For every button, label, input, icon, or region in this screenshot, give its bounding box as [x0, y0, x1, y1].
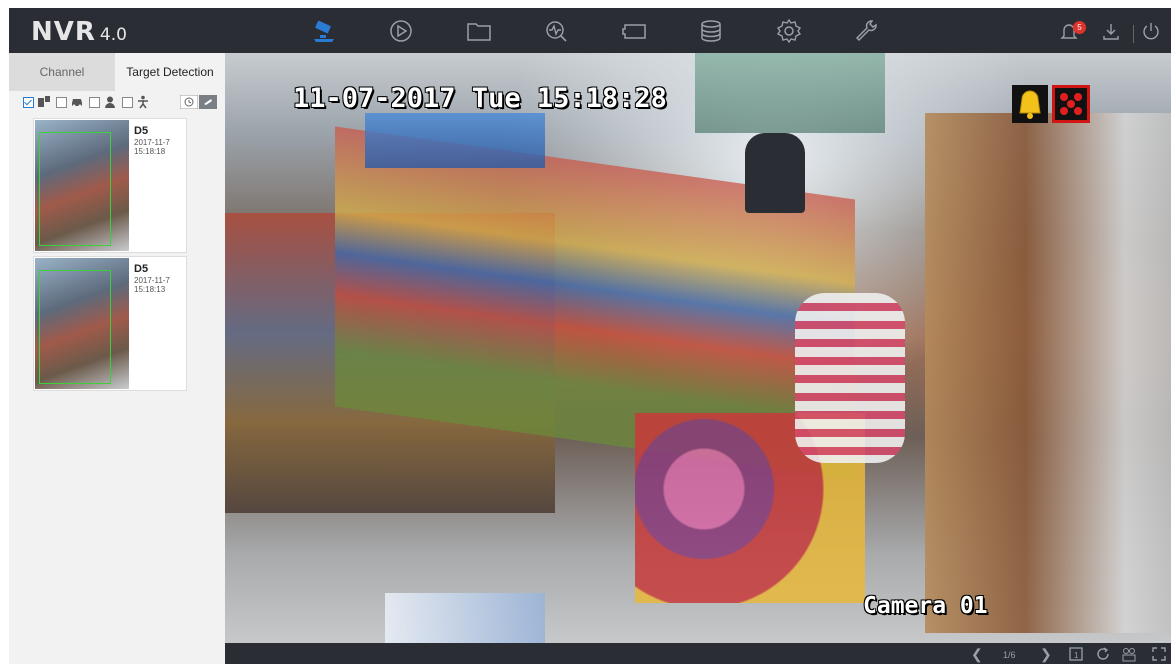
- download-icon[interactable]: [1100, 20, 1122, 42]
- single-layout-icon[interactable]: 1: [1068, 646, 1084, 662]
- file-management-icon[interactable]: [465, 17, 493, 45]
- human-body-icon: [136, 95, 150, 109]
- header-divider: [1133, 25, 1134, 43]
- page-indicator: 1/6: [1003, 650, 1016, 660]
- live-view-camera-icon[interactable]: [310, 17, 338, 45]
- configuration-icon[interactable]: [620, 17, 648, 45]
- detection-box: [39, 270, 111, 384]
- floor-box: [385, 593, 545, 643]
- detection-box: [39, 132, 111, 246]
- storage-icon[interactable]: [697, 17, 725, 45]
- video-toolbar: ❮ 1/6 ❯ 1: [225, 643, 1171, 664]
- tab-target-detection[interactable]: Target Detection: [115, 53, 225, 91]
- svg-text:1: 1: [1074, 651, 1079, 660]
- fullscreen-icon[interactable]: [1151, 646, 1167, 662]
- history-icon[interactable]: [179, 94, 199, 110]
- tab-channel[interactable]: Channel: [9, 53, 115, 91]
- filter-human-body-checkbox[interactable]: [122, 97, 133, 108]
- motion-detection-icon: [1052, 85, 1090, 123]
- event-channel: D5: [134, 125, 149, 137]
- shelf-goods: [795, 293, 905, 463]
- target-detection-sidebar: Channel Target Detection D5 2017-11-7 15…: [9, 53, 225, 664]
- osd-datetime: 11-07-2017 Tue 15:18:28: [293, 83, 667, 114]
- vehicle-icon: [70, 95, 84, 109]
- fridge-area: [695, 53, 885, 133]
- notification-badge: 5: [1073, 21, 1086, 34]
- live-target-icon[interactable]: [199, 95, 217, 109]
- refresh-icon[interactable]: [1095, 646, 1111, 662]
- next-page-icon[interactable]: ❯: [1040, 646, 1052, 662]
- sidebar-tabs: Channel Target Detection: [9, 53, 225, 91]
- camera-group-icon[interactable]: [1121, 646, 1137, 662]
- app-logo: NVR 4.0: [31, 17, 127, 47]
- target-event-card[interactable]: D5 2017-11-7 15:18:13: [33, 256, 187, 391]
- alarm-bell-icon: [1012, 85, 1048, 123]
- person-figure: [745, 133, 805, 213]
- filter-face-checkbox[interactable]: [89, 97, 100, 108]
- all-targets-icon: [37, 95, 51, 109]
- event-thumbnail: [35, 258, 129, 389]
- smart-analysis-icon[interactable]: [542, 17, 570, 45]
- event-thumbnail: [35, 120, 129, 251]
- event-date: 2017-11-7: [134, 138, 170, 147]
- power-icon[interactable]: [1140, 20, 1162, 42]
- event-date: 2017-11-7: [134, 276, 170, 285]
- live-video-view[interactable]: 11-07-2017 Tue 15:18:28 Camera 01: [225, 53, 1171, 643]
- system-settings-icon[interactable]: [775, 17, 803, 45]
- maintenance-icon[interactable]: [852, 17, 880, 45]
- filter-vehicle-checkbox[interactable]: [56, 97, 67, 108]
- event-time: 15:18:13: [134, 285, 166, 294]
- filter-all-checkbox[interactable]: [23, 97, 34, 108]
- side-wall: [925, 113, 1171, 633]
- playback-icon[interactable]: [387, 17, 415, 45]
- target-event-card[interactable]: D5 2017-11-7 15:18:18: [33, 118, 187, 253]
- freezer-area: [365, 113, 545, 168]
- osd-camera-name: Camera 01: [863, 593, 988, 619]
- person-face-icon: [103, 95, 117, 109]
- top-navigation-bar: NVR 4.0 5: [9, 8, 1171, 53]
- target-type-filters: [23, 94, 223, 111]
- event-time: 15:18:18: [134, 147, 166, 156]
- event-channel: D5: [134, 263, 149, 275]
- previous-page-icon[interactable]: ❮: [971, 646, 983, 662]
